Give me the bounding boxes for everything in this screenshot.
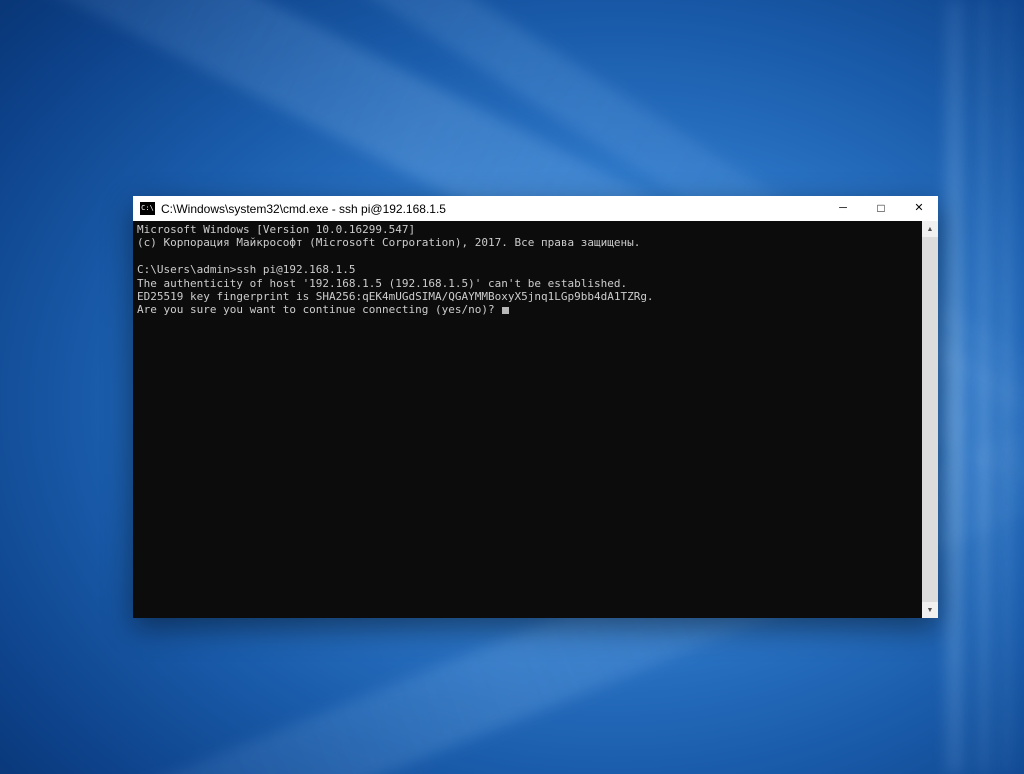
terminal-line: (c) Корпорация Майкрософт (Microsoft Cor… [137, 236, 641, 250]
terminal-line: ED25519 key fingerprint is SHA256:qEK4mU… [137, 290, 654, 304]
window-title: C:\Windows\system32\cmd.exe - ssh pi@192… [161, 201, 446, 216]
terminal-line: Microsoft Windows [Version 10.0.16299.54… [137, 223, 416, 236]
wallpaper-light-beam [1002, 0, 1011, 774]
terminal-prompt-text: Are you sure you want to continue connec… [137, 303, 502, 317]
terminal-line: C:\Users\admin>ssh pi@192.168.1.5 [137, 263, 356, 277]
scrollbar-thumb[interactable] [922, 237, 938, 602]
wallpaper-light-beam [978, 0, 990, 774]
cmd-window: C:\ C:\Windows\system32\cmd.exe - ssh pi… [133, 196, 938, 618]
close-button[interactable]: ✕ [900, 196, 938, 221]
scroll-down-button[interactable]: ▼ [922, 602, 938, 618]
terminal-screen[interactable]: Microsoft Windows [Version 10.0.16299.54… [133, 221, 938, 618]
scroll-up-button[interactable]: ▲ [922, 221, 938, 237]
maximize-button[interactable]: □ [862, 196, 900, 221]
terminal-prompt-line: Are you sure you want to continue connec… [137, 303, 918, 316]
minimize-button[interactable]: ─ [824, 196, 862, 221]
terminal-output: Microsoft Windows [Version 10.0.16299.54… [133, 221, 922, 618]
maximize-icon: □ [877, 200, 885, 215]
wallpaper-light-beam [946, 0, 964, 774]
terminal-line: The authenticity of host '192.168.1.5 (1… [137, 276, 628, 290]
title-bar[interactable]: C:\ C:\Windows\system32\cmd.exe - ssh pi… [133, 196, 938, 221]
vertical-scrollbar[interactable]: ▲ ▼ [922, 221, 938, 618]
window-controls: ─ □ ✕ [824, 196, 938, 221]
text-cursor [502, 307, 510, 315]
close-icon: ✕ [914, 202, 924, 214]
cmd-icon[interactable]: C:\ [140, 202, 155, 215]
minimize-icon: ─ [839, 202, 847, 214]
